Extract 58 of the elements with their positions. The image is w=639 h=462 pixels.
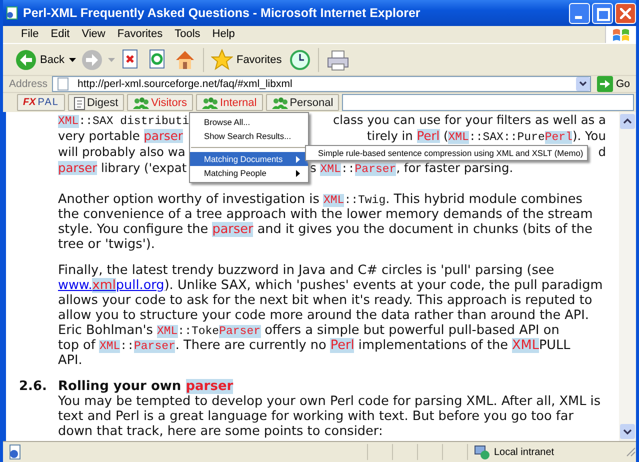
- page-icon: [5, 6, 19, 20]
- star-icon: [211, 48, 234, 70]
- group-button[interactable]: Internal: [196, 94, 263, 111]
- paragraph-fragment: s XML::Parser, for faster parsing.: [310, 160, 514, 176]
- back-button[interactable]: Back: [13, 46, 66, 72]
- link[interactable]: www.xmlpull.org: [58, 278, 164, 293]
- maximize-button[interactable]: [592, 2, 613, 24]
- stop-page-icon: [120, 48, 140, 70]
- page-icon: [56, 77, 70, 91]
- clipboard-icon: [74, 96, 85, 110]
- paragraph-fragment: XML::SAX distributi: [58, 114, 190, 128]
- refresh-page-icon: [147, 48, 168, 70]
- menu-item[interactable]: Browse All...: [190, 115, 308, 129]
- window-title: Perl-XML Frequently Asked Questions - Microsoft Internet Explorer: [23, 6, 420, 20]
- menu-item[interactable]: Tools: [168, 27, 206, 42]
- page-icon: [7, 444, 23, 460]
- favorites-button[interactable]: Favorites: [209, 46, 284, 72]
- menu-item[interactable]: Favorites: [111, 27, 169, 42]
- menu-item[interactable]: File: [15, 27, 45, 42]
- security-zone: Local intranet: [467, 444, 624, 460]
- menu-item[interactable]: Show Search Results...: [190, 129, 308, 143]
- paragraph-fragment: will probably also wa: [58, 144, 186, 160]
- windows-logo-icon: [612, 26, 630, 42]
- menu-item[interactable]: Edit: [44, 27, 76, 42]
- scroll-down-icon[interactable]: [620, 424, 635, 439]
- menu-item[interactable]: View: [76, 27, 112, 42]
- printer-icon: [326, 48, 350, 70]
- menu-item[interactable]: Simple rule-based sentence compression using XML and XSLT (Memo): [306, 146, 588, 160]
- menu-item[interactable]: Help: [206, 27, 241, 42]
- paragraph: Another option worthy of investigation is XML::Twig. This hybrid module combines the convenience of a tree approach with the lower memory demands of the stream style. You configure the parser and it gives you the document in chunks (bits of the tree or 'twigs').: [58, 192, 594, 252]
- minimize-button[interactable]: [569, 2, 590, 24]
- group-button[interactable]: Personal: [266, 94, 340, 111]
- people-icon: [133, 96, 150, 108]
- address-field[interactable]: http://perl-xml.sourceforge.net/faq/#xml_libxml: [52, 76, 591, 92]
- section-heading: Rolling your own parser: [58, 379, 234, 394]
- logo-button[interactable]: FX PAL: [17, 94, 65, 111]
- scrollbar[interactable]: [619, 112, 636, 441]
- paragraph: You may be tempted to develop your own Perl code for parsing XML. After all, XML is text and Perl is a great language for working with text. But before you go too far down that track, here are some points to consider:: [58, 394, 602, 439]
- address-label: Address: [9, 78, 48, 90]
- paragraph: Finally, the latest trendy buzzword in Java and C# circles is 'pull' parsing (see www.xmlpull.org). Unlike SAX, which 'pushes' events at your code, the pull paradigm allows your code to ask for the next bit when it's ready. This approach is reputed to allow you to structure your code more around the data rather than around the API. Eric Bohlman's XML::TokeParser offers a simple but powerful pull-based API on top of XML::Parser. There are currently no Perl implementations of the XMLPULL API.: [58, 263, 604, 368]
- house-icon: [174, 48, 196, 70]
- scroll-up-icon[interactable]: [620, 114, 635, 129]
- menu-item[interactable]: Matching People: [190, 166, 308, 180]
- close-button[interactable]: [615, 2, 636, 24]
- people-icon: [202, 96, 218, 108]
- people-icon: [272, 96, 288, 108]
- group-button[interactable]: Visitors: [127, 94, 194, 111]
- dropdown-arrow-icon[interactable]: [69, 58, 76, 62]
- digest-button[interactable]: Digest: [68, 94, 124, 111]
- paragraph-fragment: tirely in Perl (XML::SAX::PurePerl). You: [366, 128, 606, 144]
- paragraph-fragment: class you can use for your filters as well as a: [332, 112, 606, 128]
- paragraph-fragment: very portable parser: [58, 128, 183, 144]
- search-field[interactable]: [342, 94, 634, 111]
- resize-grip-icon: [626, 447, 636, 457]
- paragraph-fragment: d: [598, 144, 606, 160]
- go-button[interactable]: Go: [594, 76, 632, 92]
- section-number: 2.6.: [19, 379, 48, 394]
- menu-item[interactable]: Matching Documents: [190, 152, 308, 166]
